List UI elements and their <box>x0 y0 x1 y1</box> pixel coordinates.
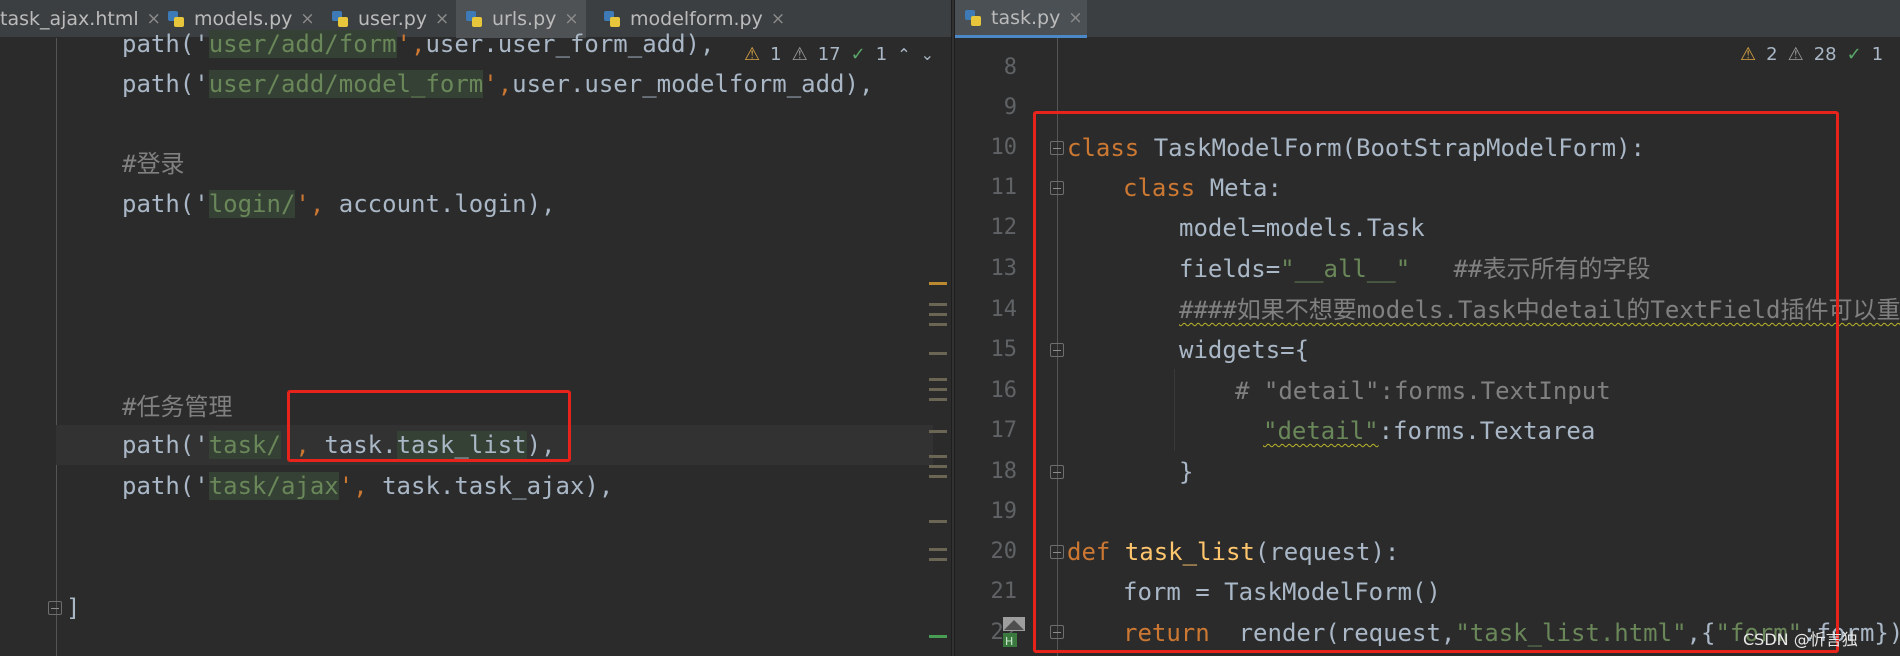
line-number: 19 <box>990 499 1018 524</box>
line-number: 16 <box>990 378 1018 403</box>
code-line[interactable]: path('user/add/model_form',user.user_mod… <box>122 64 873 104</box>
warning-icon: ⚠ <box>791 44 808 65</box>
svg-text:H: H <box>1005 635 1013 648</box>
line-number: 20 <box>990 539 1018 564</box>
line-number: 21 <box>990 579 1018 604</box>
annotation-highlight-box <box>287 390 571 462</box>
line-number: 18 <box>990 459 1018 484</box>
code-comment[interactable]: #登录 <box>122 144 184 184</box>
code-comment[interactable]: #任务管理 <box>122 387 232 427</box>
error-count: 1 <box>770 44 782 65</box>
code-line[interactable]: path('login/', account.login), <box>122 184 556 224</box>
left-editor-pane: task_ajax.html × models.py × user.py × u… <box>0 0 951 656</box>
code-line[interactable]: path('user/add/form',user.user_form_add)… <box>122 24 714 64</box>
line-number: 9 <box>1003 95 1017 120</box>
error-stripe-marker[interactable] <box>929 548 947 551</box>
check-icon: ✓ <box>850 44 866 65</box>
tab-task-py[interactable]: task.py × <box>955 0 1087 38</box>
line-number: 17 <box>990 418 1018 443</box>
watermark: CSDN @忻言独 <box>1743 630 1858 649</box>
error-stripe-marker[interactable] <box>929 313 947 316</box>
error-stripe-marker[interactable] <box>929 303 947 306</box>
line-number: 14 <box>990 297 1018 322</box>
error-icon: ⚠ <box>744 44 761 65</box>
line-number: 13 <box>990 256 1018 281</box>
tab-label: task_ajax.html <box>0 8 139 30</box>
close-icon[interactable]: × <box>1068 8 1082 28</box>
code-line[interactable]: ] <box>66 588 80 628</box>
error-stripe-marker[interactable] <box>929 282 947 285</box>
code-line[interactable]: path('task/ajax', task.task_ajax), <box>122 466 613 506</box>
bookmark-icon[interactable]: H <box>1002 616 1026 648</box>
error-stripe-marker[interactable] <box>929 352 947 355</box>
close-icon[interactable]: × <box>771 9 785 29</box>
line-number: 12 <box>990 215 1018 240</box>
error-stripe-marker[interactable] <box>929 635 947 638</box>
python-file-icon <box>963 8 983 28</box>
gutter-divider <box>56 38 57 656</box>
error-count: 2 <box>1766 44 1778 65</box>
chevron-down-icon[interactable]: ⌄ <box>921 45 934 64</box>
line-number: 10 <box>990 135 1018 160</box>
error-stripe-marker[interactable] <box>929 475 947 478</box>
warning-icon: ⚠ <box>1787 44 1804 65</box>
error-stripe-marker[interactable] <box>929 323 947 326</box>
tab-label: task.py <box>991 6 1061 29</box>
check-icon: ✓ <box>1846 44 1862 65</box>
chevron-up-icon[interactable]: ⌃ <box>897 45 910 64</box>
error-stripe-marker[interactable] <box>929 520 947 523</box>
line-number: 8 <box>1003 55 1017 80</box>
error-stripe-marker[interactable] <box>929 398 947 401</box>
error-stripe-marker[interactable] <box>929 378 947 381</box>
fold-marker-icon[interactable] <box>48 601 62 615</box>
right-editor-pane: task.py × ⚠ 2 ⚠ 28 ✓ 1 8 9 10 11 12 13 14 1… <box>955 0 1900 656</box>
warning-count: 28 <box>1813 44 1837 65</box>
ok-count: 1 <box>875 44 888 65</box>
ok-count: 1 <box>1871 44 1884 65</box>
error-stripe-marker[interactable] <box>929 465 947 468</box>
right-tab-bar: task.py × <box>955 0 1900 38</box>
line-number: 11 <box>990 175 1018 200</box>
error-stripe-marker[interactable] <box>929 430 947 433</box>
error-stripe-marker[interactable] <box>929 558 947 561</box>
inspection-widget[interactable]: ⚠ 2 ⚠ 28 ✓ 1 <box>1740 44 1883 65</box>
line-number: 15 <box>990 337 1018 362</box>
error-stripe-marker[interactable] <box>929 388 947 391</box>
annotation-highlight-box <box>1033 111 1839 653</box>
warning-count: 17 <box>817 44 841 65</box>
error-icon: ⚠ <box>1740 44 1757 65</box>
inspection-widget[interactable]: ⚠ 1 ⚠ 17 ✓ 1 ⌃ ⌄ <box>744 44 934 65</box>
error-stripe-marker[interactable] <box>929 455 947 458</box>
